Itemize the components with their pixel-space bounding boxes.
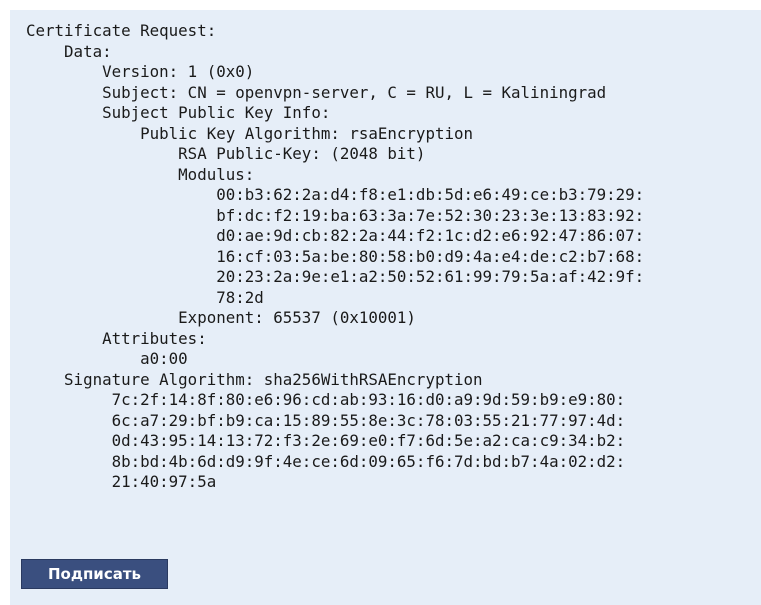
cert-line: 00:b3:62:2a:d4:f8:e1:db:5d:e6:49:ce:b3:7… (26, 185, 645, 204)
cert-line: bf:dc:f2:19:ba:63:3a:7e:52:30:23:3e:13:8… (26, 205, 645, 225)
cert-line: Data: (26, 41, 112, 61)
cert-line: Subject: CN = openvpn-server, C = RU, L … (26, 82, 607, 102)
cert-line: Modulus: (26, 164, 255, 184)
cert-line: Subject Public Key Info: (26, 103, 331, 122)
cert-line: 20:23:2a:9e:e1:a2:50:52:61:99:79:5a:af:4… (26, 267, 645, 286)
cert-line: 6c:a7:29:bf:b9:ca:15:89:55:8e:3c:78:03:5… (26, 410, 626, 430)
cert-line: d0:ae:9d:cb:82:2a:44:f2:1c:d2:e6:92:47:8… (26, 226, 645, 245)
cert-line: a0:00 (26, 349, 188, 368)
cert-line: Exponent: 65537 (0x10001) (26, 308, 416, 327)
certificate-panel: Certificate Request: Data: Version: 1 (0… (10, 10, 761, 605)
cert-line: 16:cf:03:5a:be:80:58:b0:d9:4a:e4:de:c2:b… (26, 246, 645, 266)
cert-line: 21:40:97:5a (26, 472, 217, 491)
cert-line: Signature Algorithm: sha256WithRSAEncryp… (26, 369, 483, 389)
cert-line: Public Key Algorithm: rsaEncryption (26, 123, 473, 143)
certificate-request-text: Certificate Request: Data: Version: 1 (0… (26, 21, 644, 493)
cert-line: 8b:bd:4b:6d:d9:9f:4e:ce:6d:09:65:f6:7d:b… (26, 451, 626, 471)
cert-line: 0d:43:95:14:13:72:f3:2e:69:e0:f7:6d:5e:a… (26, 431, 626, 450)
cert-line: RSA Public-Key: (2048 bit) (26, 144, 426, 163)
cert-line: 7c:2f:14:8f:80:e6:96:cd:ab:93:16:d0:a9:9… (26, 390, 626, 409)
cert-line: Attributes: (26, 328, 207, 348)
sign-button[interactable]: Подписать (21, 559, 168, 589)
cert-line: Version: 1 (0x0) (26, 62, 255, 81)
cert-line: Certificate Request: (26, 21, 217, 40)
cert-line: 78:2d (26, 287, 264, 307)
